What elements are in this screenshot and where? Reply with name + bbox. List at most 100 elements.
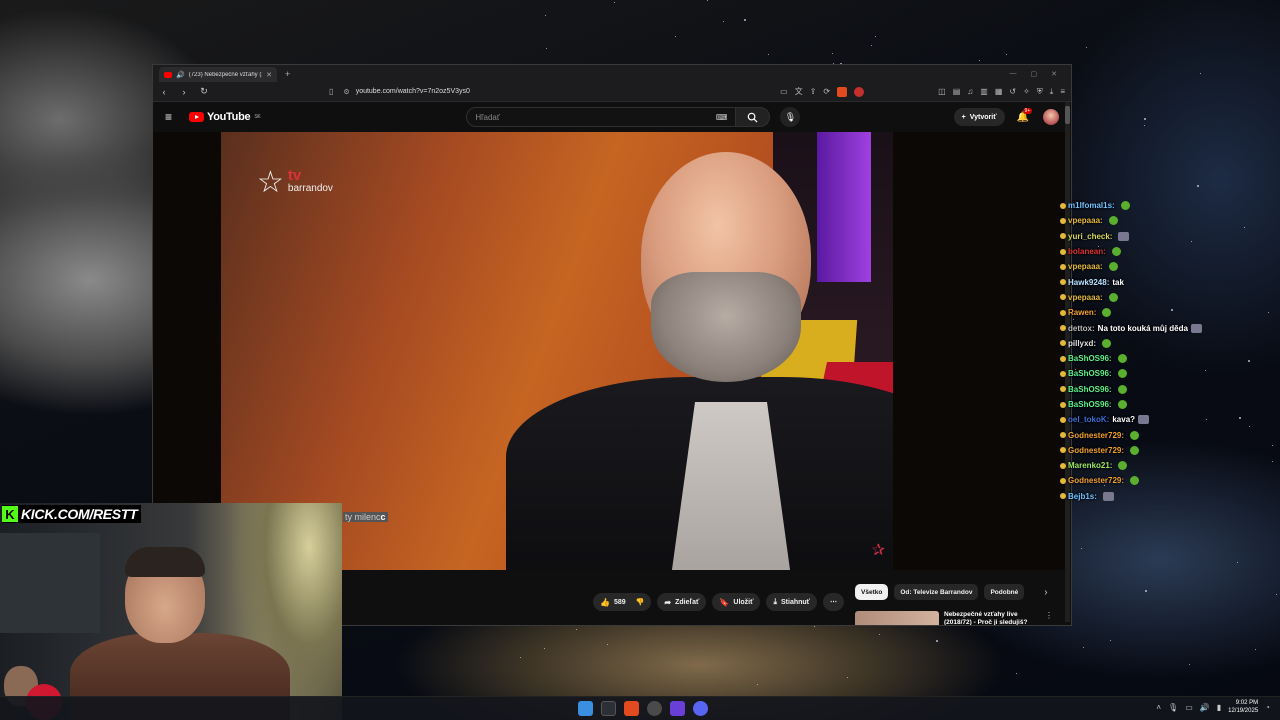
chat-username[interactable]: Godnester729:: [1068, 431, 1124, 440]
maximize-icon[interactable]: ▢: [1031, 70, 1038, 78]
music-icon[interactable]: ♫: [967, 87, 973, 96]
translate-icon[interactable]: 文: [795, 86, 803, 97]
recommended-video[interactable]: Nebezpečné vzťahy live (2018/72) - Proč …: [855, 611, 1053, 625]
chat-emote-icon: [1117, 354, 1127, 364]
sidebar-icon[interactable]: ▥: [980, 87, 988, 96]
browser-tab[interactable]: 🔊 (723) Nebezpečné vzťahy (20 ✕: [159, 67, 277, 82]
chat-emote-icon: [1190, 323, 1202, 333]
wallet-icon[interactable]: ▦: [995, 87, 1003, 96]
chat-username[interactable]: Rawen:: [1068, 308, 1096, 317]
share-page-icon[interactable]: ⇪: [810, 87, 817, 96]
chat-username[interactable]: Godnester729:: [1068, 446, 1124, 455]
search-button[interactable]: [736, 107, 771, 127]
chat-emote-icon: [1118, 461, 1128, 471]
download-button[interactable]: ⤓ Stiahnuť: [766, 593, 818, 611]
minimize-icon[interactable]: —: [1010, 70, 1017, 78]
chat-username[interactable]: oel_tokoK:: [1068, 415, 1109, 424]
start-icon[interactable]: [578, 701, 593, 716]
forward-icon[interactable]: ›: [179, 87, 189, 97]
kick-logo-icon: K: [2, 506, 18, 522]
notifications-button[interactable]: 🔔 9+: [1017, 107, 1033, 123]
bookmark-icon[interactable]: ▯: [329, 87, 333, 96]
chat-username[interactable]: Bejb1s:: [1068, 492, 1097, 501]
filter-related[interactable]: Podobné: [984, 584, 1025, 600]
extension-icon[interactable]: [854, 86, 865, 97]
back-icon[interactable]: ‹: [159, 87, 169, 97]
filter-channel[interactable]: Od: Televize Barrandov: [894, 584, 979, 600]
vpn-icon[interactable]: ⛨: [1037, 87, 1043, 97]
save-button[interactable]: 🔖 Uložiť: [712, 593, 761, 611]
downloads-icon[interactable]: ⤓: [1050, 87, 1054, 97]
chat-username[interactable]: vpepaaa:: [1068, 293, 1103, 302]
chat-username[interactable]: BaShOS96:: [1068, 354, 1112, 363]
brave-browser-icon[interactable]: [624, 701, 639, 716]
notification-center-icon[interactable]: ◔: [1265, 703, 1270, 712]
tab-title: (723) Nebezpečné vzťahy (20: [188, 71, 263, 78]
mic-tray-icon[interactable]: 🎙: [1168, 703, 1178, 712]
chat-username[interactable]: Godnester729:: [1068, 476, 1124, 485]
discord-icon[interactable]: [693, 701, 708, 716]
menu-icon[interactable]: ≡: [1060, 87, 1065, 96]
leo-icon[interactable]: ✧: [1023, 87, 1030, 96]
chat-username[interactable]: Hawk9248:: [1068, 278, 1109, 287]
extensions-toolbar: ▭ 文 ⇪ ⟳ ◫ ▤ ♫ ▥ ▦ ↺ ✧ ⛨ ⤓ ≡: [780, 86, 1065, 97]
tray-overflow-icon[interactable]: ˄: [1156, 703, 1161, 712]
reload-icon[interactable]: ↻: [199, 86, 209, 97]
account-avatar[interactable]: [1043, 109, 1059, 125]
youtube-logo[interactable]: YouTube SK: [189, 111, 261, 123]
chat-emote-icon: [1108, 216, 1118, 226]
chat-username[interactable]: vpepaaa:: [1068, 262, 1103, 271]
chat-username[interactable]: BaShOS96:: [1068, 385, 1112, 394]
brave-shields-icon[interactable]: [837, 86, 848, 97]
create-button[interactable]: + Vytvoriť: [953, 108, 1005, 126]
microphone-icon: 🎙: [784, 111, 797, 122]
chat-username[interactable]: bolanean:: [1068, 247, 1106, 256]
chat-username[interactable]: BaShOS96:: [1068, 369, 1112, 378]
chat-username[interactable]: m1lfomal1s:: [1068, 201, 1115, 210]
url-text[interactable]: youtube.com/watch?v=7n2oz5V3ys0: [356, 88, 470, 95]
thumbs-down-icon[interactable]: 👎: [636, 598, 645, 606]
voice-search-button[interactable]: 🎙: [780, 107, 801, 127]
speaker-icon[interactable]: 🔊: [176, 71, 185, 79]
chat-badge-icon: [1060, 233, 1066, 240]
tab-manager-icon[interactable]: ▤: [953, 87, 961, 96]
close-tab-icon[interactable]: ✕: [266, 71, 272, 79]
site-info-icon[interactable]: ⚙: [343, 88, 349, 96]
chat-username[interactable]: yuri_check:: [1068, 232, 1112, 241]
volume-icon[interactable]: 🔊: [1200, 703, 1210, 712]
keyboard-icon[interactable]: ⌨: [716, 113, 728, 122]
new-tab-button[interactable]: +: [285, 69, 290, 79]
recommended-thumbnail[interactable]: [855, 611, 939, 625]
task-view-icon[interactable]: [601, 701, 616, 716]
cast-icon[interactable]: ▭: [780, 87, 788, 96]
address-bar[interactable]: ⚙ youtube.com/watch?v=7n2oz5V3ys0: [343, 88, 763, 96]
chat-username[interactable]: dettox:: [1068, 324, 1095, 333]
chat-message: Marenko21:: [1060, 458, 1260, 473]
chat-username[interactable]: Marenko21:: [1068, 461, 1112, 470]
recommended-more-icon[interactable]: ⋮: [1045, 611, 1053, 625]
chat-username[interactable]: vpepaaa:: [1068, 216, 1103, 225]
chat-emote-icon: [1108, 292, 1118, 302]
reload-page-icon[interactable]: ⟳: [823, 87, 830, 96]
filter-all[interactable]: Všetko: [855, 584, 889, 600]
share-button[interactable]: ➦ Zdieľať: [657, 593, 707, 611]
like-button[interactable]: 👍 589 👎: [593, 593, 652, 611]
obs-icon[interactable]: [647, 701, 662, 716]
more-actions-button[interactable]: ⋯: [823, 593, 845, 611]
network-icon[interactable]: ▭: [1185, 703, 1193, 712]
chat-username[interactable]: BaShOS96:: [1068, 400, 1112, 409]
chevron-right-icon[interactable]: ›: [1044, 587, 1047, 598]
chat-emote-icon: [1102, 338, 1112, 348]
corner-star-icon: ✰: [871, 542, 885, 559]
hamburger-menu-icon[interactable]: ≡: [165, 110, 181, 124]
chat-username[interactable]: pillyxd:: [1068, 339, 1096, 348]
app-purple-icon[interactable]: [670, 701, 685, 716]
search-input[interactable]: Hľadať ⌨: [466, 107, 737, 127]
battery-icon[interactable]: ▮: [1217, 703, 1221, 712]
recommended-title[interactable]: Nebezpečné vzťahy live (2018/72) - Proč …: [944, 611, 1040, 625]
history-icon[interactable]: ↺: [1009, 87, 1016, 96]
extension-puzzle-icon[interactable]: ◫: [938, 87, 946, 96]
clock[interactable]: 9:02 PM 12/19/2025: [1228, 699, 1258, 715]
chat-message: Bejb1s:: [1060, 489, 1260, 504]
close-window-icon[interactable]: ✕: [1051, 70, 1057, 78]
